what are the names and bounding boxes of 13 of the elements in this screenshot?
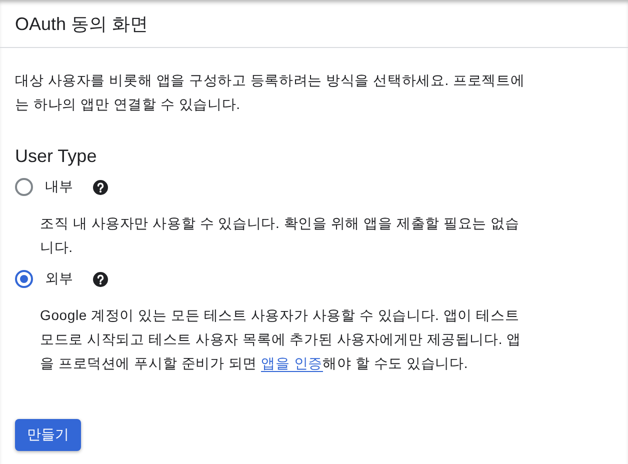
page-title: OAuth 동의 화면 [15, 12, 148, 36]
option-label[interactable]: 외부 [45, 270, 73, 288]
option-label[interactable]: 내부 [45, 178, 73, 196]
create-button[interactable]: 만들기 [15, 419, 81, 451]
section-heading: User Type [15, 146, 98, 167]
option-description: 조직 내 사용자만 사용할 수 있습니다. 확인을 위해 앱을 제출할 필요는 없습니다. [40, 214, 520, 257]
radio-button[interactable] [15, 178, 33, 196]
verify-app-link[interactable]: 앱을 인증 [261, 355, 323, 372]
option-description: Google 계정이 있는 모든 테스트 사용자가 사용할 수 있습니다. 앱이 테스트 모드로 시작되고 테스트 사용자 목록에 추가된 사용자에게만 제공됩니다. 앱을 프로덕션에 푸시할 준비가 되면 앱을 인증해야 할 수도 있습니다. [40, 306, 522, 374]
radio-button[interactable] [15, 270, 33, 288]
help-icon[interactable] [93, 272, 108, 286]
intro-text: 대상 사용자를 비롯해 앱을 구성하고 등록하려는 방식을 선택하세요. 프로젝트에는 하나의 앱만 연결할 수 있습니다. [15, 71, 526, 114]
help-icon[interactable] [93, 180, 108, 194]
